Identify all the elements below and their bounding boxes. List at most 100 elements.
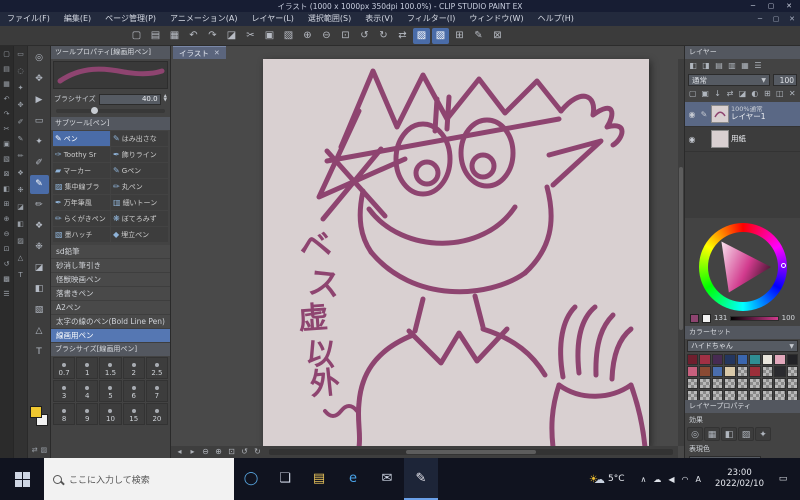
menu-item[interactable]: ヘルプ(H) (531, 12, 581, 26)
color-swatch[interactable] (711, 390, 724, 400)
rotate-left-icon[interactable]: ↺ (356, 28, 373, 44)
grid-icon[interactable]: ▩ (1, 274, 12, 285)
text-tool-icon[interactable]: T (30, 343, 49, 362)
edge-browser-icon[interactable]: e (336, 458, 370, 500)
color-swatch[interactable] (749, 378, 761, 389)
undo-icon[interactable]: ↶ (185, 28, 202, 44)
color-swatch[interactable] (774, 378, 786, 389)
color-swatch[interactable] (761, 390, 774, 400)
rotate-icon[interactable]: ↺ (1, 259, 12, 270)
onedrive-icon[interactable]: ☁ (653, 475, 661, 484)
brush-size-cell[interactable]: 10 (99, 403, 122, 425)
brush-size-cell[interactable]: 1 (76, 357, 99, 379)
brush-size-cell[interactable]: 9 (76, 403, 99, 425)
brush-size-cell[interactable]: 3 (53, 380, 76, 402)
airbrush-tool-icon[interactable]: ❉ (30, 238, 49, 257)
brush-size-cell[interactable]: 4 (76, 380, 99, 402)
move-tool-icon[interactable]: ✥ (30, 70, 49, 89)
brush-size-value[interactable]: 40.0 (98, 93, 161, 105)
eyedropper-tool-icon[interactable]: ✐ (30, 154, 49, 173)
scroll-right-icon[interactable]: ▸ (186, 446, 199, 458)
pen-sunakeshi[interactable]: 砂消し筆引き (51, 259, 170, 273)
open-file-icon[interactable]: ▤ (147, 28, 164, 44)
figure-tool-icon[interactable]: △ (30, 322, 49, 341)
menu-item[interactable]: 編集(E) (57, 12, 98, 26)
subtool-mannenhitsu[interactable]: ✒ 万年筆風 (53, 195, 110, 210)
layer-color-effect-icon[interactable]: ◧ (721, 427, 737, 441)
weather-widget[interactable]: ☀ ☁ 5°C (580, 473, 633, 486)
color-swatch[interactable] (687, 354, 699, 365)
brush-size-stepper[interactable]: ▲ ▼ (164, 94, 167, 104)
undo-icon[interactable]: ↶ (1, 94, 12, 105)
subtool-sumi-hatch[interactable]: ▧ 墨ハッチ (53, 227, 110, 242)
sub-color-chip[interactable] (702, 313, 711, 323)
color-set-select[interactable]: ハイドちゃん ▼ (687, 340, 798, 352)
snap-ruler-icon[interactable]: ▨ (413, 27, 430, 44)
fit-screen-icon[interactable]: ⊡ (337, 28, 354, 44)
pen-bold-line[interactable]: 太字の線のペン(Bold Line Pen) (51, 315, 170, 329)
fit-canvas-icon[interactable]: ⊡ (225, 446, 238, 458)
save-icon[interactable]: ▦ (1, 79, 12, 90)
expression-effect-icon[interactable]: ✦ (755, 427, 771, 441)
color-swatch[interactable] (736, 390, 749, 400)
pencil-icon[interactable]: ✏ (15, 151, 26, 162)
merge-down-icon[interactable]: ↓ (712, 88, 723, 100)
zoom-out-icon[interactable]: ⊖ (1, 229, 12, 240)
tone-effect-icon[interactable]: ▦ (704, 427, 720, 441)
gradient-tool-icon[interactable]: ▧ (30, 301, 49, 320)
pen-rakugaki[interactable]: 落書きペン (51, 287, 170, 301)
visibility-eye-icon[interactable]: ◉ (687, 135, 697, 144)
brush-size-cell[interactable]: 15 (122, 403, 145, 425)
select-rect-icon[interactable]: ▭ (15, 49, 26, 60)
operation-tool-icon[interactable]: ▶ (30, 91, 49, 110)
color-swatch[interactable] (786, 354, 798, 365)
onion-skin-icon[interactable]: ◐ (749, 88, 760, 100)
zoom-in-icon[interactable]: ⊕ (299, 28, 316, 44)
subtool-hamidasanai[interactable]: ✎ はみ出さな (111, 131, 168, 146)
brush-icon[interactable]: ❖ (15, 168, 26, 179)
magic-wand-icon[interactable]: ✦ (15, 83, 26, 94)
redo-icon[interactable]: ↷ (204, 28, 221, 44)
paste-icon[interactable]: ▧ (280, 28, 297, 44)
color-swatch[interactable] (749, 354, 761, 365)
menu-item[interactable]: ウィンドウ(W) (462, 12, 530, 26)
layer-clip-icon[interactable]: ◨ (700, 60, 712, 72)
zoom-out-icon[interactable]: ⊖ (199, 446, 212, 458)
taskbar-search[interactable]: ここに入力して検索 (44, 458, 234, 500)
canvas-tab[interactable]: イラスト ✕ (173, 46, 226, 59)
taskbar-clock[interactable]: 23:00 2022/02/10 (708, 468, 771, 490)
action-center-icon[interactable]: ▭ (771, 458, 795, 500)
cut-icon[interactable]: ✂ (242, 28, 259, 44)
color-swatch[interactable] (687, 390, 699, 400)
menu-item[interactable]: アニメーション(A) (163, 12, 244, 26)
zoom-out-icon[interactable]: ⊖ (318, 28, 335, 44)
delete-icon[interactable]: ⊠ (1, 169, 12, 180)
color-swatch[interactable] (724, 390, 736, 400)
deselect-icon[interactable]: ⊠ (489, 28, 506, 44)
color-swatch[interactable] (711, 378, 724, 389)
color-swatch[interactable] (724, 354, 736, 365)
color-swatch[interactable] (724, 366, 736, 377)
close-button[interactable]: ✕ (780, 0, 798, 12)
copy-icon[interactable]: ▣ (261, 28, 278, 44)
color-swatch[interactable] (687, 378, 699, 389)
new-canvas-icon[interactable]: ▢ (128, 28, 145, 44)
move-icon[interactable]: ✥ (15, 100, 26, 111)
brush-size-cell[interactable]: 2.5 (145, 357, 168, 379)
brush-size-cell[interactable]: 0.7 (53, 357, 76, 379)
snap-grid-icon[interactable]: ⊞ (451, 28, 468, 44)
canvas-paper[interactable]: ベ ス 虚 以 外 (263, 59, 649, 447)
visibility-eye-icon[interactable]: ◉ (687, 110, 697, 119)
transfer-icon[interactable]: ⇄ (724, 88, 735, 100)
cortana-icon[interactable]: ◯ (234, 458, 268, 500)
layer-effect-icon[interactable]: ▦ (739, 60, 751, 72)
document-window-control[interactable]: ✕ (784, 12, 800, 26)
subtool-shuchusen[interactable]: ▨ 集中線ブラ (53, 179, 110, 194)
open-icon[interactable]: ▤ (1, 64, 12, 75)
network-icon[interactable]: ◠ (682, 475, 689, 484)
tab-close-icon[interactable]: ✕ (214, 49, 220, 57)
menu-item[interactable]: 選択範囲(S) (301, 12, 358, 26)
autoselect-tool-icon[interactable]: ✦ (30, 133, 49, 152)
layer-ruler-icon[interactable]: ▤ (713, 60, 725, 72)
clip-studio-paint-icon[interactable]: ✎ (404, 458, 438, 500)
